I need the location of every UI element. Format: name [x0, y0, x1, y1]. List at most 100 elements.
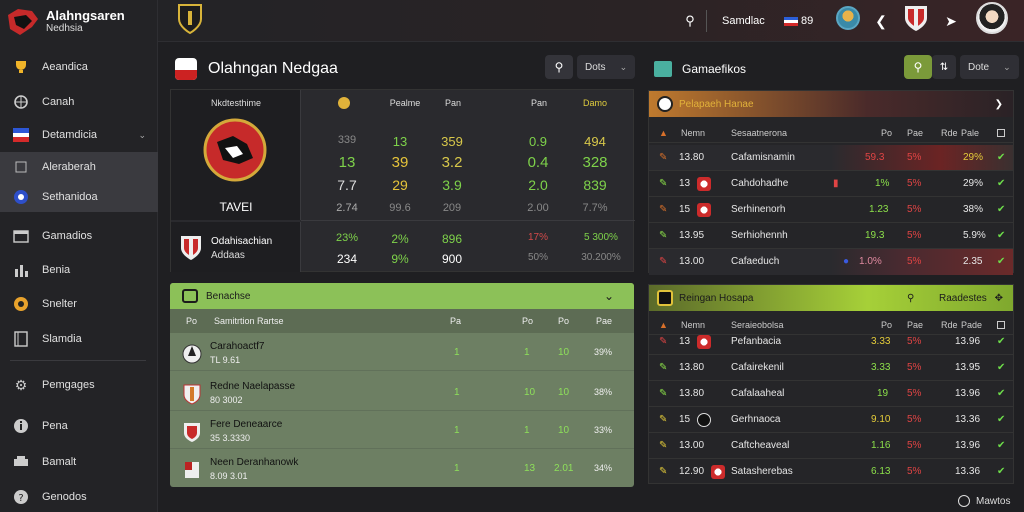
table-row[interactable]: ✎ 13.00 Cafaeduch ● 1.0% 5% 2.35 ✔ [649, 249, 1013, 275]
globe-icon [12, 93, 30, 111]
search-icon[interactable]: ⚲ [907, 293, 914, 304]
flag-icon [12, 126, 30, 144]
team-crest-icon [203, 118, 267, 182]
sidebar-item-aeandica[interactable]: Aeandica [0, 52, 158, 82]
table-row[interactable]: ✎ 13.80 Cafamisnamin 59.3 5% 29% ✔ [649, 145, 1013, 171]
team-name: Nkdtesthime [210, 98, 262, 108]
table-row[interactable]: ✎ 13.95 Serhiohennh 19.3 5% 5.9% ✔ [649, 223, 1013, 249]
language-selector[interactable]: 89 [784, 10, 813, 32]
table-row[interactable]: ✎ 13.00 Caftcheaveal 1.16 5% 13.96 ✔ [649, 433, 1013, 459]
player-name: Redne Naelapasse [210, 381, 296, 392]
table-row[interactable]: ✎ 12.90 Satasherebas 6.13 5% 13.36 ✔ [649, 459, 1013, 485]
lineup-card: Benachse ⌄ Po Samitrtion Rartse Pa Po Po… [170, 283, 634, 487]
stat-value: 3.33 [871, 336, 891, 347]
team-rank: 13.80 [679, 362, 705, 373]
team-avatar[interactable] [836, 6, 860, 30]
table-row[interactable]: ✎ 13 Pefanbacia 3.33 5% 13.96 ✔ [649, 329, 1013, 355]
team-crest-panel: Nkdtesthime TAVEI [171, 90, 301, 220]
sidebar-item-canah[interactable]: Canah [0, 87, 158, 117]
expand-icon[interactable]: ✥ [995, 293, 1003, 304]
chat-icon [958, 495, 970, 507]
footer-button[interactable]: Mawtos [958, 492, 1010, 510]
filter-label[interactable]: Raadestes [939, 293, 987, 304]
opponent-panel: Odahisachian Addaas [171, 222, 301, 272]
sidebar-item-pemgages[interactable]: ⚙ Pemgages [0, 370, 158, 400]
help-icon: ? [12, 488, 30, 506]
sort-button[interactable]: ⇅ [932, 55, 956, 79]
table-row[interactable]: ✎ 15 Gerhnaoca 9.10 5% 13.36 ✔ [649, 407, 1013, 433]
table-row[interactable]: Carahoactf7 TL 9.61 1 1 10 39% [170, 335, 634, 371]
player-sub: 8.09 3.01 [210, 471, 248, 481]
team-name: Pefanbacia [731, 336, 782, 347]
stat-value: 10 [558, 425, 570, 436]
topbar-label[interactable]: Samdlac [722, 10, 765, 32]
team-name: Cahdohadhe [731, 178, 789, 189]
lineup-icon [182, 289, 198, 303]
team-badge-icon [697, 413, 711, 427]
navigation-icon[interactable]: ➤ [942, 10, 960, 32]
trend-icon: ✎ [659, 178, 668, 189]
sidebar-item-bamalt[interactable]: Bamalt [0, 447, 158, 477]
search-button[interactable]: ⚲ [545, 55, 573, 79]
info-icon [12, 417, 30, 435]
filter-dropdown[interactable]: Dote ⌄ [960, 55, 1019, 79]
chevron-down-icon: ⌄ [1003, 61, 1011, 72]
check-icon: ✔ [997, 414, 1006, 425]
stadium-icon [654, 61, 672, 77]
chevron-down-icon[interactable]: ⌄ [604, 289, 614, 303]
stat-value: 59.3 [865, 152, 885, 163]
checkbox-icon[interactable] [997, 129, 1005, 137]
team-rank: 15 [679, 414, 691, 425]
table-header-bar[interactable]: Pelapaeh Hanae ❯ [649, 91, 1013, 117]
search-button[interactable]: ⚲ [904, 55, 932, 79]
opponent-badge-icon [181, 236, 201, 260]
table-row[interactable]: Fere Deneaarce 35 3.3330 1 1 10 33% [170, 413, 634, 449]
table-header-bar[interactable]: Reingan Hosapa ⚲ Raadestes ✥ [649, 285, 1013, 311]
chevron-left-icon[interactable]: ❮ [872, 10, 890, 32]
standings-table: Pelapaeh Hanae ❯ ▲ Nemn Sesaatnerona Po … [648, 90, 1014, 275]
player-sub: TL 9.61 [210, 355, 241, 365]
stat-value: 3.2 [441, 154, 463, 171]
table-row[interactable]: ✎ 13.80 Cafalaaheal 19 5% 13.96 ✔ [649, 381, 1013, 407]
sidebar-item-pena[interactable]: Pena [0, 411, 158, 441]
stat-col-header: Pan [530, 98, 547, 108]
player-name: Carahoactf7 [210, 341, 265, 352]
sidebar-item-gamadios[interactable]: Gamadios [0, 221, 158, 251]
sidebar-item-genodos[interactable]: ? Genodos [0, 482, 158, 512]
ball-icon [338, 97, 350, 109]
club-shield-icon[interactable] [176, 3, 204, 35]
sidebar-item-label: Slamdia [42, 333, 82, 345]
table-row[interactable]: ✎ 13 Cahdohadhe ▮ 1% 5% 29% ✔ [649, 171, 1013, 197]
table-row[interactable]: Neen Deranhanowk 8.09 3.01 1 13 2.01 34% [170, 451, 634, 487]
sidebar-item-detamdicia[interactable]: Detamdicia ⌄ [0, 120, 158, 150]
stat-value: 99.6 [389, 202, 411, 214]
checkbox-icon[interactable] [997, 321, 1005, 329]
filter-dropdown[interactable]: Dots ⌄ [577, 55, 636, 79]
stat-value: 839 [583, 177, 607, 193]
club-badge-icon[interactable] [902, 4, 930, 32]
stat-value: 6.13 [871, 466, 891, 477]
check-icon: ✔ [997, 204, 1006, 215]
check-icon: ✔ [997, 178, 1006, 189]
sidebar-item-snelter[interactable]: Snelter [0, 289, 158, 319]
sidebar-item-sethanidoa[interactable]: Sethanidoa [0, 182, 158, 212]
brand-logo-icon [8, 9, 38, 35]
table-row[interactable]: ✎ 15 Serhinenorh 1.23 5% 38% ✔ [649, 197, 1013, 223]
lineup-header[interactable]: Benachse ⌄ [170, 283, 634, 309]
language-code: 89 [801, 15, 814, 27]
check-icon: ✔ [997, 152, 1006, 163]
sidebar-item-benia[interactable]: Benia [0, 255, 158, 285]
team-badge-icon [657, 96, 673, 112]
table-row[interactable]: Redne Naelapasse 80 3002 1 10 10 38% [170, 375, 634, 411]
search-icon[interactable]: ⚲ [682, 10, 698, 32]
table-row[interactable]: ✎ 13.80 Cafairekenil 3.33 5% 13.95 ✔ [649, 355, 1013, 381]
sidebar-item-label: Snelter [42, 298, 77, 310]
chevron-right-icon[interactable]: ❯ [995, 99, 1003, 110]
sidebar-item-slamdia[interactable]: Slamdia [0, 324, 158, 354]
user-avatar[interactable] [976, 2, 1008, 34]
brand[interactable]: Alahngsaren Nedhsia [6, 4, 125, 40]
column-header: Po [881, 128, 893, 138]
sidebar-item-label: Pena [42, 420, 68, 432]
gear-icon: ⚙ [14, 376, 28, 393]
sidebar-item-aleraberah[interactable]: Aleraberah [0, 152, 158, 182]
